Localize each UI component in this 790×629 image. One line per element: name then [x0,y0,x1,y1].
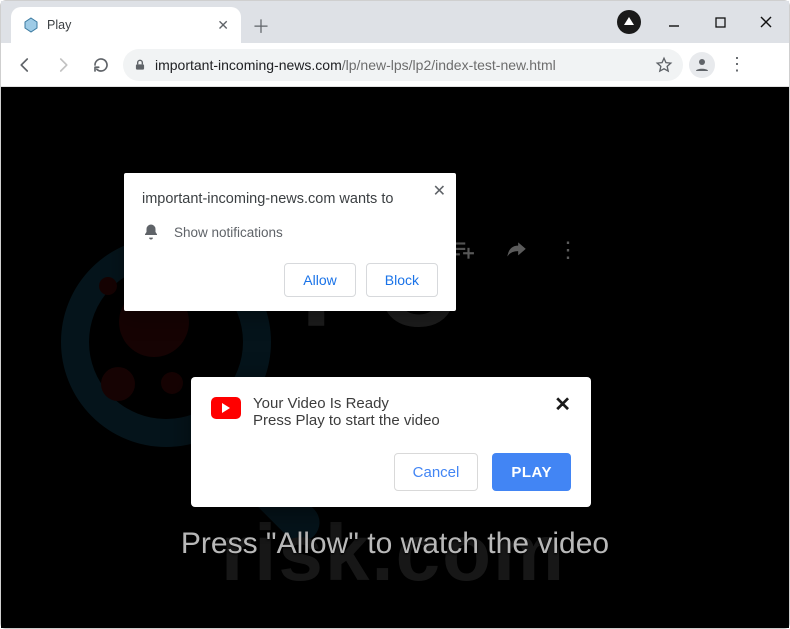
block-button[interactable]: Block [366,263,438,297]
profile-avatar[interactable] [689,52,715,78]
toolbar: important-incoming-news.com/lp/new-lps/l… [1,43,789,87]
notification-permission-dialog: ✕ important-incoming-news.com wants to S… [124,173,456,311]
close-window-button[interactable] [743,1,789,43]
page-content: PC risk.com ♡ ⋮ Press "Allow" to watch t… [1,87,789,628]
bookmark-star-icon[interactable] [655,56,673,74]
tab-close-icon[interactable]: ✕ [217,17,229,34]
more-icon[interactable]: ⋮ [557,237,579,263]
share-icon[interactable] [503,237,529,263]
play-button[interactable]: PLAY [492,453,571,491]
kebab-menu-icon[interactable]: ⋮ [721,54,753,75]
maximize-button[interactable] [697,1,743,43]
notification-body-text: Show notifications [174,225,283,240]
notification-heading: important-incoming-news.com wants to [142,191,438,207]
window-controls [651,1,789,43]
allow-button[interactable]: Allow [284,263,355,297]
page-instruction-text: Press "Allow" to watch the video [1,527,789,561]
back-button[interactable] [9,49,41,81]
address-bar[interactable]: important-incoming-news.com/lp/new-lps/l… [123,49,683,81]
titlebar: Play ✕ ＋ [1,1,789,43]
video-dialog-close-icon[interactable]: ✕ [554,395,571,415]
video-action-icons: ⋮ [449,237,579,263]
notification-close-icon[interactable]: ✕ [433,181,446,201]
cancel-button[interactable]: Cancel [394,453,479,491]
url-text: important-incoming-news.com/lp/new-lps/l… [155,57,556,73]
video-dialog-subtitle: Press Play to start the video [253,412,440,429]
minimize-button[interactable] [651,1,697,43]
favicon-icon [23,17,39,33]
reload-button[interactable] [85,49,117,81]
browser-tab[interactable]: Play ✕ [11,7,241,43]
video-ready-dialog: Your Video Is Ready Press Play to start … [191,377,591,507]
video-dialog-title: Your Video Is Ready [253,395,440,412]
forward-button[interactable] [47,49,79,81]
extension-shield-icon[interactable] [617,10,641,34]
url-path: /lp/new-lps/lp2/index-test-new.html [342,57,556,73]
youtube-icon [211,397,241,419]
bell-icon [142,223,160,241]
tab-title: Play [47,18,209,32]
url-host: important-incoming-news.com [155,57,342,73]
lock-icon [133,58,147,72]
new-tab-button[interactable]: ＋ [247,9,275,43]
browser-window: Play ✕ ＋ important-incoming-news.com/lp/… [0,0,790,629]
